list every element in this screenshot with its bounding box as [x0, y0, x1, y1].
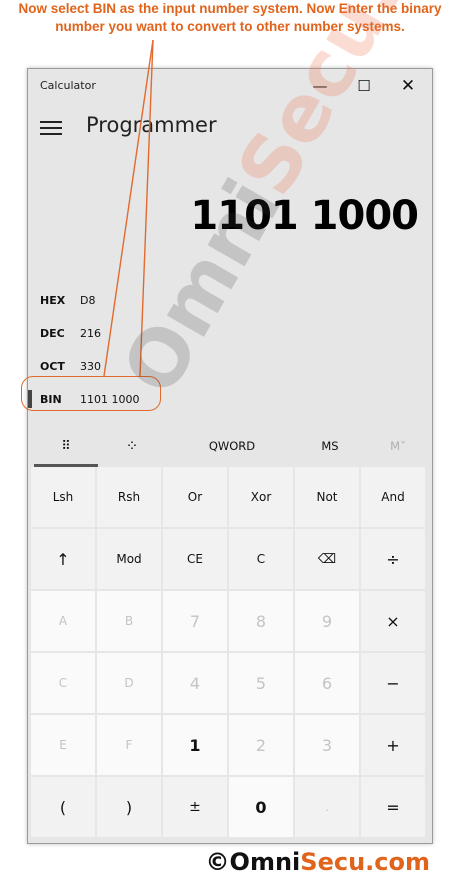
- annotation-pointer: [103, 39, 154, 377]
- copyright-symbol: ©: [205, 848, 230, 876]
- brand-dark: Omni: [229, 848, 301, 876]
- brand-accent: Secu.com: [300, 848, 430, 876]
- footer-brand: ©OmniSecu.com: [206, 848, 430, 876]
